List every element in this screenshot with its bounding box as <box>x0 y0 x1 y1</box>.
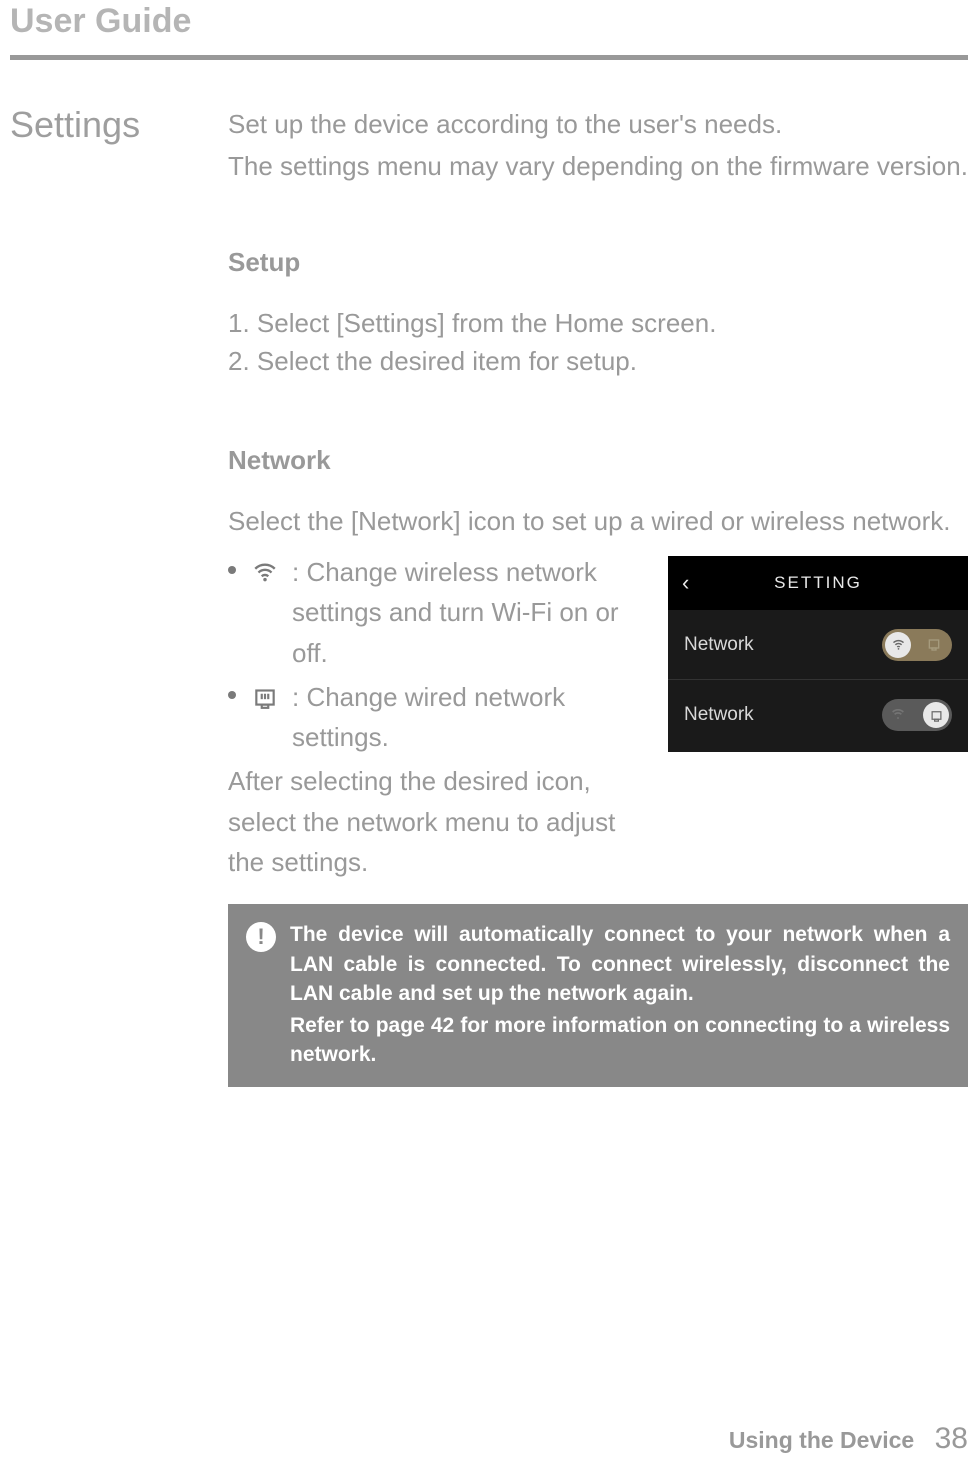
back-icon[interactable]: ‹ <box>682 570 689 596</box>
callout-para-2: Refer to page 42 for more information on… <box>290 1011 950 1070</box>
wifi-dim-icon <box>890 706 908 724</box>
callout-text: The device will automatically connect to… <box>290 920 950 1069</box>
setup-step-1: 1. Select [Settings] from the Home scree… <box>228 304 968 342</box>
network-row: : Change wireless network settings and t… <box>228 550 968 882</box>
lan-dim-icon <box>926 636 944 654</box>
network-heading: Network <box>228 445 968 476</box>
bullet-item-lan: : Change wired network settings. <box>228 677 654 758</box>
bullet-text-lan: : Change wired network settings. <box>292 677 654 758</box>
intro-line-2: The settings menu may vary depending on … <box>228 146 968 186</box>
info-callout: ! The device will automatically connect … <box>228 904 968 1087</box>
page-header-title: User Guide <box>0 0 968 41</box>
footer-page-number: 38 <box>935 1422 968 1455</box>
wifi-icon <box>252 556 282 673</box>
page-footer: Using the Device 38 <box>729 1422 968 1456</box>
screenshot-row-wifi[interactable]: Network <box>668 610 968 680</box>
intro-line-1: Set up the device according to the user'… <box>228 104 968 144</box>
bullet-text-wifi: : Change wireless network settings and t… <box>292 552 654 673</box>
row-label-lan: Network <box>684 704 754 726</box>
screenshot-header: ‹ SETTING <box>668 556 968 610</box>
bullet-dot-icon <box>228 566 236 574</box>
callout-para-1: The device will automatically connect to… <box>290 920 950 1008</box>
header-rule <box>10 55 968 60</box>
bullet-item-wifi: : Change wireless network settings and t… <box>228 552 654 673</box>
toggle-lan[interactable] <box>882 699 952 731</box>
toggle-knob-lan <box>923 702 949 728</box>
icon-bullet-list: : Change wireless network settings and t… <box>228 552 654 757</box>
alert-icon: ! <box>246 922 276 952</box>
footer-label: Using the Device <box>729 1427 914 1453</box>
right-column: Set up the device according to the user'… <box>228 104 968 1087</box>
screenshot-row-lan[interactable]: Network <box>668 680 968 750</box>
network-after-text: After selecting the desired icon, select… <box>228 761 654 882</box>
network-left-col: : Change wireless network settings and t… <box>228 550 654 882</box>
content-area: Settings Set up the device according to … <box>0 104 968 1087</box>
toggle-knob-wifi <box>885 632 911 658</box>
setup-heading: Setup <box>228 247 968 278</box>
device-screenshot: ‹ SETTING Network <box>668 556 968 752</box>
network-intro: Select the [Network] icon to set up a wi… <box>228 502 968 540</box>
row-label-wifi: Network <box>684 634 754 656</box>
left-column: Settings <box>10 104 228 1087</box>
bullet-dot-icon <box>228 691 236 699</box>
setup-step-2: 2. Select the desired item for setup. <box>228 342 968 380</box>
screenshot-title: SETTING <box>774 573 862 593</box>
lan-icon <box>252 681 282 758</box>
section-heading: Settings <box>10 104 228 146</box>
toggle-wifi[interactable] <box>882 629 952 661</box>
